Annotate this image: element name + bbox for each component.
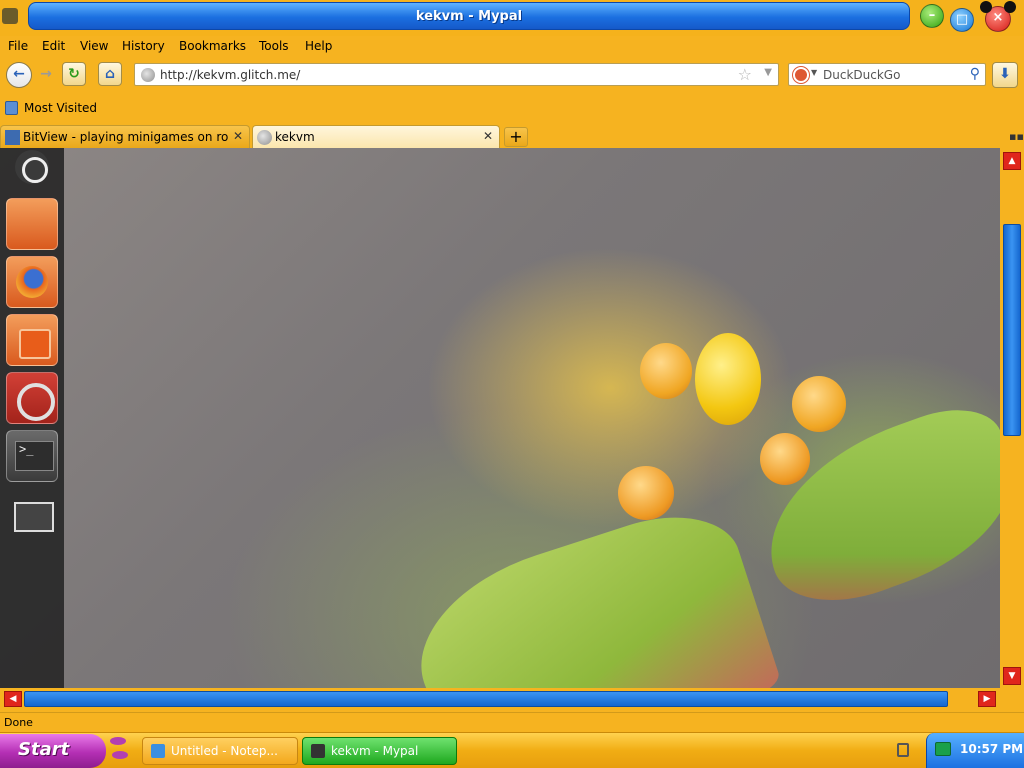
files-icon[interactable]	[6, 198, 58, 250]
search-input[interactable]: DuckDuckGo	[823, 68, 900, 82]
duckduckgo-icon[interactable]	[793, 67, 809, 83]
notepad-icon	[151, 744, 165, 758]
address-bar[interactable]: http://kekvm.glitch.me/ ☆ ▼	[134, 63, 779, 86]
taskbar: Start Untitled - Notep... kekvm - Mypal …	[0, 732, 1024, 768]
download-icon: ⬇	[999, 66, 1011, 82]
menu-edit[interactable]: Edit	[42, 39, 65, 53]
reload-icon: ↻	[68, 66, 80, 82]
downloads-button[interactable]: ⬇	[992, 62, 1018, 88]
url-dropdown-icon[interactable]: ▼	[764, 67, 772, 78]
close-button[interactable]: ×	[980, 1, 1016, 32]
vertical-scrollbar[interactable]: ▲ ▼	[1000, 148, 1024, 688]
leaf-image	[397, 495, 783, 688]
menu-tools[interactable]: Tools	[259, 39, 289, 53]
task-label: kekvm - Mypal	[331, 744, 419, 758]
title-bar: kekvm - Mypal – □ ×	[0, 0, 1024, 36]
search-bar[interactable]: ▼ DuckDuckGo ⚲	[788, 63, 986, 86]
menu-file[interactable]: File	[8, 39, 28, 53]
task-notepad[interactable]: Untitled - Notep...	[142, 737, 298, 765]
menu-history[interactable]: History	[122, 39, 165, 53]
tab-bitview[interactable]: BitView - playing minigames on ro... ✕	[0, 125, 250, 148]
horizontal-scrollbar[interactable]: ◀ ▶	[0, 688, 1000, 710]
ubuntu-launcher	[0, 148, 64, 688]
menu-help[interactable]: Help	[305, 39, 332, 53]
window-title: kekvm - Mypal	[415, 9, 523, 24]
settings-icon[interactable]	[6, 372, 58, 424]
horizontal-scroll-thumb[interactable]	[24, 691, 948, 707]
tab-label: kekvm	[275, 130, 315, 144]
menu-bookmarks[interactable]: Bookmarks	[179, 39, 246, 53]
tab-close-icon[interactable]: ✕	[233, 129, 243, 143]
start-logo-icon	[106, 735, 132, 767]
bookmarks-toolbar: Most Visited	[0, 98, 1024, 120]
tab-kekvm[interactable]: kekvm ✕	[252, 125, 500, 148]
scrollbar-corner	[1000, 688, 1024, 710]
maximize-button[interactable]: □	[950, 8, 974, 32]
home-icon: ⌂	[104, 66, 116, 82]
clock[interactable]: 10:57 PM	[960, 742, 1023, 756]
mypal-app-icon[interactable]	[2, 8, 18, 24]
scroll-down-icon[interactable]: ▼	[1003, 667, 1021, 685]
task-label: Untitled - Notep...	[171, 744, 278, 758]
menu-bar: File Edit View History Bookmarks Tools H…	[0, 36, 1024, 58]
status-text: Done	[4, 716, 33, 729]
reload-button[interactable]: ↻	[62, 62, 86, 86]
tab-label: BitView - playing minigames on ro...	[23, 130, 228, 144]
forward-arrow-icon: →	[40, 66, 52, 82]
search-engine-dropdown-icon[interactable]: ▼	[811, 68, 817, 77]
url-text[interactable]: http://kekvm.glitch.me/	[160, 68, 300, 82]
scroll-right-icon[interactable]: ▶	[978, 691, 996, 707]
tab-close-icon[interactable]: ✕	[483, 129, 493, 143]
bitview-favicon-icon	[5, 130, 20, 145]
list-all-tabs-icon[interactable]: ▪▪	[1009, 130, 1024, 143]
bookmark-folder-icon	[5, 101, 18, 115]
new-tab-button[interactable]: +	[504, 127, 528, 147]
back-button[interactable]: ←	[6, 62, 32, 88]
network-icon[interactable]	[935, 742, 951, 756]
terminal-icon[interactable]	[6, 430, 58, 482]
leaf-image	[742, 393, 1000, 623]
title-pill: kekvm - Mypal	[28, 2, 910, 30]
home-button[interactable]: ⌂	[98, 62, 122, 86]
start-button[interactable]: Start	[0, 734, 106, 768]
forward-button[interactable]: →	[34, 63, 58, 87]
plus-icon: +	[509, 127, 523, 146]
minimize-button[interactable]: –	[920, 4, 944, 28]
scroll-left-icon[interactable]: ◀	[4, 691, 22, 707]
safely-remove-hardware-icon[interactable]	[897, 743, 909, 757]
search-icon[interactable]: ⚲	[970, 66, 980, 82]
ubuntu-icon[interactable]	[15, 150, 49, 184]
vm-screen[interactable]	[0, 148, 1000, 688]
globe-favicon-icon	[257, 130, 272, 145]
menu-view[interactable]: View	[80, 39, 108, 53]
scroll-up-icon[interactable]: ▲	[1003, 152, 1021, 170]
workspaces-icon[interactable]	[6, 488, 58, 540]
mypal-icon	[311, 744, 325, 758]
status-bar: Done	[0, 712, 1024, 732]
bookmark-star-icon[interactable]: ☆	[738, 65, 752, 84]
globe-icon	[141, 68, 155, 82]
software-center-icon[interactable]	[6, 314, 58, 366]
firefox-icon[interactable]	[6, 256, 58, 308]
back-arrow-icon: ←	[13, 66, 25, 82]
system-tray: 10:57 PM	[926, 733, 1024, 768]
vertical-scroll-thumb[interactable]	[1003, 224, 1021, 436]
task-mypal[interactable]: kekvm - Mypal	[302, 737, 457, 765]
most-visited-bookmark[interactable]: Most Visited	[24, 101, 97, 115]
